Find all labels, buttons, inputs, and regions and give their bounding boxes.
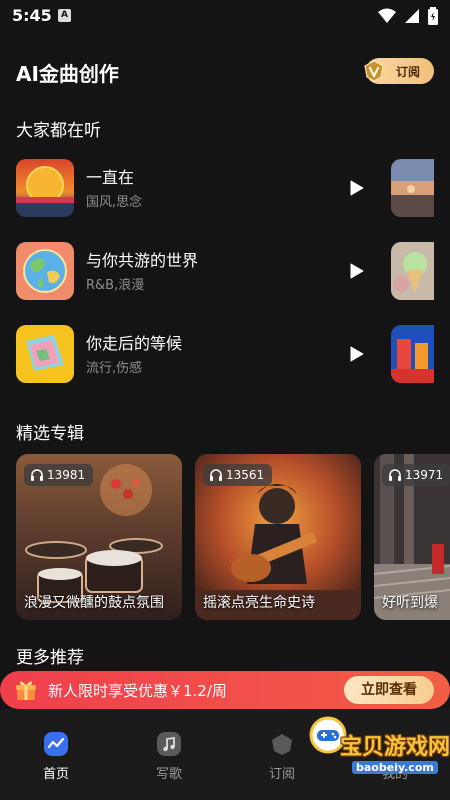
subscribe-button[interactable]: 订阅 [364,58,434,84]
nav-home[interactable]: 首页 [16,731,96,782]
album-play-count-value: 13981 [47,468,86,482]
play-icon[interactable] [350,263,364,279]
song-name: 一直在 [86,168,135,187]
album-play-count-value: 13971 [405,468,444,482]
watermark-title: 宝贝游戏网 [340,735,450,760]
wifi-icon [378,8,396,23]
song-tags: 国风,思念 [86,195,143,210]
battery-icon [428,7,438,25]
signal-icon [405,9,419,23]
song-preview-thumb[interactable] [391,159,434,217]
song-row-1[interactable]: 一直在 国风,思念 [16,159,434,217]
song-cover [16,325,74,383]
view-now-button[interactable]: 立即查看 [344,676,434,704]
song-row-3[interactable]: 你走后的等候 流行,伤感 [16,325,434,383]
nav-write-label: 写歌 [155,767,182,782]
albums-section-title: 精选专辑 [16,424,84,444]
home-wave-icon [44,732,68,756]
album-play-count: 13981 [24,464,94,486]
album-title: 好听到爆 [382,595,438,611]
song-preview-thumb[interactable] [391,242,434,300]
music-note-icon [157,732,181,756]
more-section-title: 更多推荐 [16,648,84,668]
watermark-url: baobeiy.com [352,761,438,774]
vip-badge-icon [364,60,384,82]
album-play-count: 13561 [203,464,273,486]
song-cover [16,242,74,300]
status-indicators [378,7,438,25]
watermark: 宝贝游戏网 baobeiy.com [300,705,450,785]
headphones-icon [389,469,401,481]
album-card-2[interactable]: 13561 摇滚点亮生命史诗 [195,454,361,620]
album-card-1[interactable]: 13981 浪漫又微醺的鼓点氛围 [16,454,182,620]
album-play-count-value: 13561 [226,468,265,482]
header: AI金曲创作 订阅 [16,52,434,92]
subscribe-icon [272,734,292,755]
notification-a-icon: A [58,9,71,22]
status-time: 5:45 [12,6,52,25]
song-name: 你走后的等候 [86,334,183,353]
app-title: AI金曲创作 [16,62,119,86]
song-cover [16,159,74,217]
subscribe-label: 订阅 [396,65,421,79]
song-row-2[interactable]: 与你共游的世界 R&B,浪漫 [16,242,434,300]
song-name: 与你共游的世界 [86,251,199,270]
promo-text: 新人限时享受优惠￥1.2/周 [48,682,227,700]
play-icon[interactable] [350,180,364,196]
promo-banner[interactable]: 新人限时享受优惠￥1.2/周 立即查看 [0,671,450,709]
song-tags: R&B,浪漫 [86,278,145,293]
status-bar: 5:45 A [0,0,450,32]
song-preview-thumb[interactable] [391,325,434,383]
headphones-icon [31,469,43,481]
nav-write[interactable]: 写歌 [129,731,209,782]
song-tags: 流行,伤感 [86,361,143,376]
album-card-3[interactable]: 13971 好听到爆 [374,454,450,620]
album-title: 浪漫又微醺的鼓点氛围 [24,595,164,611]
gift-icon [16,681,36,700]
headphones-icon [210,469,222,481]
album-play-count: 13971 [382,464,450,486]
nav-home-label: 首页 [42,767,69,782]
play-icon[interactable] [350,346,364,362]
popular-section-title: 大家都在听 [16,121,101,141]
album-title: 摇滚点亮生命史诗 [203,595,315,611]
